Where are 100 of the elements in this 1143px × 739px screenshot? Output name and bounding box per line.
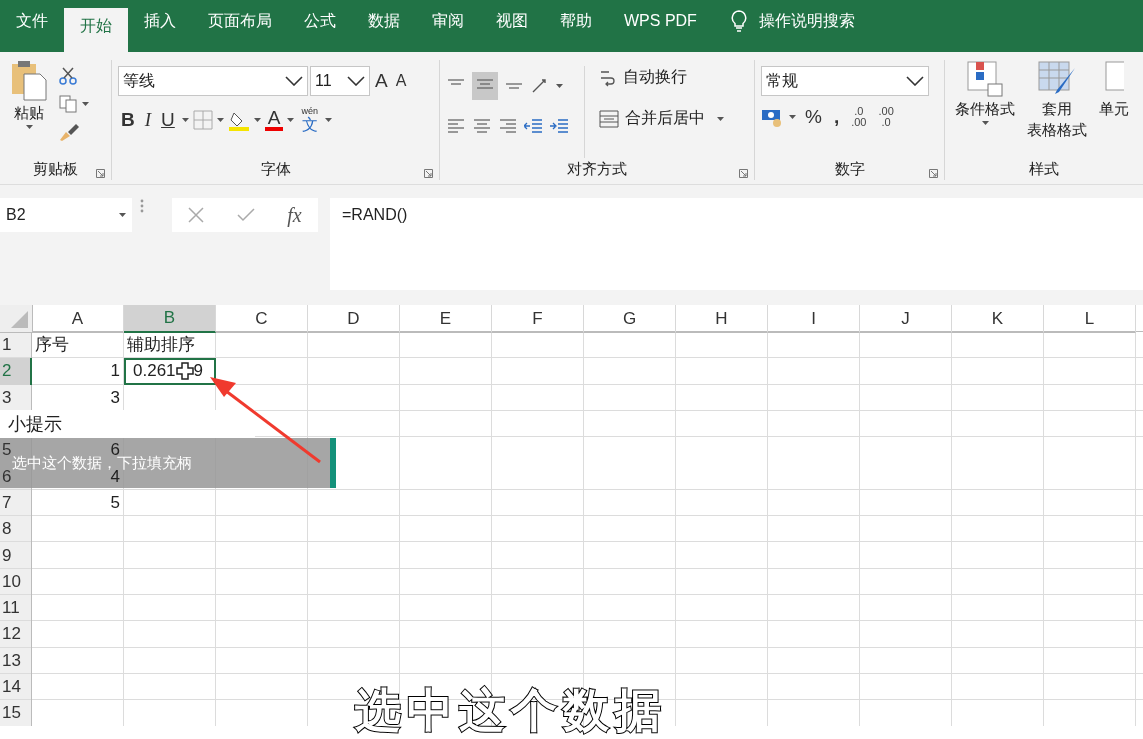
scissors-icon[interactable] <box>58 66 78 86</box>
ribbon-tab[interactable]: 审阅 <box>416 0 480 42</box>
percent-button[interactable]: % <box>802 106 825 128</box>
merge-icon <box>599 109 619 128</box>
table-cell: 3 <box>110 390 120 405</box>
caret-icon <box>325 117 332 122</box>
subtitle: 选中这个数据 <box>355 683 667 738</box>
row-header[interactable]: 9 <box>2 548 12 563</box>
column-header[interactable]: F <box>492 305 584 333</box>
caret-icon <box>981 121 989 125</box>
column-header[interactable]: J <box>860 305 952 333</box>
check-icon[interactable] <box>236 208 255 222</box>
row-header[interactable]: 3 <box>2 390 12 405</box>
font-size-select[interactable]: 11 <box>310 66 370 96</box>
column-header[interactable]: D <box>308 305 400 333</box>
number-format-select[interactable]: 常规 <box>761 66 929 96</box>
ribbon-tab[interactable]: 页面布局 <box>192 0 288 42</box>
column-header[interactable]: G <box>584 305 676 333</box>
grip-icon <box>140 198 144 214</box>
table-cell: 6 <box>110 443 120 458</box>
merge-center-button[interactable]: 合并后居中 <box>593 107 711 130</box>
launcher-icon[interactable] <box>739 169 748 178</box>
caret-icon <box>717 116 724 121</box>
lightbulb-icon <box>730 10 747 32</box>
row-header[interactable]: 5 <box>2 443 12 458</box>
name-box[interactable]: B2 <box>0 198 132 232</box>
column-header[interactable]: K <box>952 305 1044 333</box>
wrap-text-button[interactable]: 自动换行 <box>593 66 724 89</box>
row-header[interactable]: 13 <box>2 653 21 668</box>
function-button[interactable]: fx <box>287 203 302 227</box>
increase-indent-icon[interactable] <box>550 118 570 134</box>
copy-icon[interactable] <box>58 94 78 114</box>
align-left-icon[interactable] <box>446 118 466 134</box>
align-center-icon[interactable] <box>472 118 492 134</box>
row-header[interactable]: 15 <box>2 706 21 721</box>
tell-me-search[interactable]: 操作说明搜索 <box>758 10 855 32</box>
chevron-down-icon <box>906 76 924 86</box>
column-header[interactable]: L <box>1044 305 1136 333</box>
column-header[interactable]: C <box>216 305 308 333</box>
currency-icon[interactable] <box>761 107 783 127</box>
grow-font-button[interactable]: A <box>372 70 391 92</box>
format-as-table-button[interactable]: 套用 表格格式 <box>1023 60 1091 158</box>
decrease-indent-icon[interactable] <box>524 118 544 134</box>
row-header[interactable]: 6 <box>2 469 12 484</box>
table-cell: 1 <box>110 364 120 379</box>
bold-button[interactable]: B <box>118 108 138 131</box>
decrease-decimal-button[interactable]: .00 .0 <box>875 106 897 128</box>
increase-decimal-button[interactable]: .0 .00 <box>848 106 870 128</box>
ribbon-tab[interactable]: 文件 <box>0 0 64 42</box>
column-header[interactable]: B <box>124 305 216 333</box>
shrink-font-button[interactable]: A <box>392 72 410 90</box>
underline-button[interactable]: U <box>158 108 178 131</box>
column-header[interactable]: E <box>400 305 492 333</box>
clipboard-icon <box>10 60 48 102</box>
launcher-icon[interactable] <box>96 169 105 178</box>
row-header[interactable]: 11 <box>2 601 20 616</box>
formula-field[interactable]: =RAND() <box>330 198 1143 290</box>
row-header[interactable]: 7 <box>2 495 12 510</box>
row-header[interactable]: 12 <box>2 627 21 642</box>
row-header[interactable]: 10 <box>2 574 21 589</box>
launcher-icon[interactable] <box>929 169 938 178</box>
align-right-icon[interactable] <box>498 118 518 134</box>
ribbon-tab[interactable]: 帮助 <box>544 0 608 42</box>
caret-icon <box>287 117 295 122</box>
caret-icon <box>181 117 189 122</box>
font-select[interactable]: 等线 <box>118 66 308 96</box>
group-label: 字体 <box>260 159 291 179</box>
phonetic-button[interactable]: wén 文 <box>298 106 321 133</box>
close-icon[interactable] <box>188 207 205 223</box>
launcher-icon[interactable] <box>424 169 433 178</box>
row-header[interactable]: 14 <box>2 680 21 694</box>
group-label: 对齐方式 <box>567 159 627 179</box>
caret-icon <box>556 84 563 88</box>
tip-accent-bar <box>330 438 336 488</box>
paste-button[interactable]: 粘贴 <box>6 60 52 158</box>
table-cell: 4 <box>110 469 120 484</box>
ribbon-tab[interactable]: 数据 <box>352 0 416 42</box>
move-cursor-icon <box>175 362 194 381</box>
ribbon-tab[interactable]: 视图 <box>480 0 544 42</box>
column-header[interactable]: H <box>676 305 768 333</box>
comma-button[interactable]: , <box>830 106 843 128</box>
row-header[interactable]: 8 <box>2 522 12 537</box>
tip-title-tooltip: 小提示 <box>0 410 255 438</box>
font-color-button[interactable]: A <box>264 108 284 131</box>
cell-styles-button[interactable]: 单元 <box>1095 60 1133 158</box>
conditional-format-button[interactable]: 条件格式 <box>951 60 1019 158</box>
caret-icon <box>216 117 224 122</box>
row-header[interactable]: 2 <box>0 358 32 385</box>
column-header[interactable]: I <box>768 305 860 333</box>
brush-icon[interactable] <box>58 122 80 142</box>
ribbon-tab[interactable]: 插入 <box>128 0 192 42</box>
ribbon-tab[interactable]: WPS PDF <box>608 0 713 42</box>
row-header[interactable]: 1 <box>2 338 12 353</box>
table-cell: 5 <box>110 495 120 510</box>
caret-icon <box>82 102 89 106</box>
chevron-down-icon <box>285 76 303 86</box>
italic-button[interactable]: I <box>141 108 155 131</box>
ribbon-tab[interactable]: 开始 <box>64 8 128 52</box>
ribbon-tab[interactable]: 公式 <box>288 0 352 42</box>
conditional-format-icon <box>966 60 1004 98</box>
